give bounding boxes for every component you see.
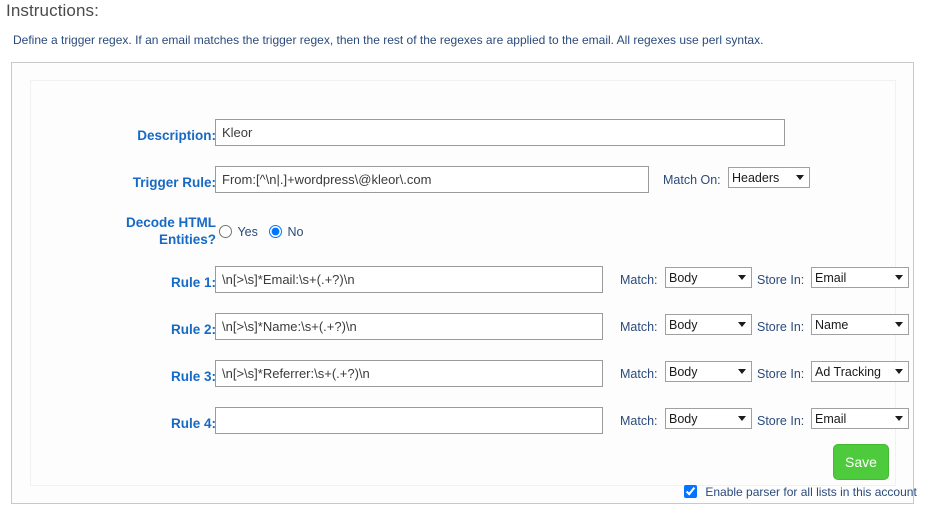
rule-1-store-in-select-wrapper[interactable]: Email — [811, 267, 909, 288]
rule-2-match-select-wrapper[interactable]: Body — [665, 314, 752, 335]
match-on-select[interactable]: Headers — [728, 167, 810, 188]
description-input[interactable] — [215, 119, 785, 146]
decode-no-label: No — [287, 224, 304, 239]
rule-4-store-in-select-wrapper[interactable]: Email — [811, 408, 909, 429]
rule-2-match-label: Match: — [620, 320, 658, 334]
rule-1-match-label: Match: — [620, 273, 658, 287]
rule-4-store-in-select[interactable]: Email — [811, 408, 909, 429]
enable-parser-label: Enable parser for all lists in this acco… — [705, 484, 917, 499]
match-on-select-wrapper[interactable]: Headers — [728, 167, 810, 188]
rule-2-label: Rule 2: — [170, 322, 216, 337]
rule-2-store-in-select-wrapper[interactable]: Name — [811, 314, 909, 335]
rule-3-store-in-select[interactable]: Ad Tracking — [811, 361, 909, 382]
decode-yes-radio[interactable] — [219, 225, 232, 239]
decode-html-entities-yes[interactable]: Yes — [219, 224, 258, 239]
instructions-description: Define a trigger regex. If an email matc… — [13, 33, 764, 47]
parser-form-panel: Description: Trigger Rule: Match On: Hea… — [11, 62, 914, 504]
rule-1-match-select-wrapper[interactable]: Body — [665, 267, 752, 288]
rule-3-match-select-wrapper[interactable]: Body — [665, 361, 752, 382]
rule-3-match-select[interactable]: Body — [665, 361, 752, 382]
rule-1-input[interactable] — [215, 266, 603, 293]
enable-parser-checkbox-row[interactable]: Enable parser for all lists in this acco… — [684, 484, 917, 499]
decode-html-entities-label: Decode HTML Entities? — [91, 214, 216, 248]
rule-4-label: Rule 4: — [170, 416, 216, 431]
rule-1-match-select[interactable]: Body — [665, 267, 752, 288]
rule-4-store-in-label: Store In: — [757, 414, 805, 428]
parser-form-inner-panel: Description: Trigger Rule: Match On: Hea… — [30, 80, 909, 486]
rule-1-store-in-label: Store In: — [757, 273, 805, 287]
trigger-rule-label: Trigger Rule: — [132, 175, 216, 190]
rule-1-label: Rule 1: — [170, 275, 216, 290]
rule-3-store-in-label: Store In: — [757, 367, 805, 381]
decode-no-radio[interactable] — [269, 225, 282, 239]
rule-2-store-in-label: Store In: — [757, 320, 805, 334]
rule-2-store-in-select[interactable]: Name — [811, 314, 909, 335]
rule-3-label: Rule 3: — [170, 369, 216, 384]
rule-3-match-label: Match: — [620, 367, 658, 381]
trigger-rule-input[interactable] — [215, 166, 649, 193]
rule-4-match-select[interactable]: Body — [665, 408, 752, 429]
rule-3-input[interactable] — [215, 360, 603, 387]
rule-2-match-select[interactable]: Body — [665, 314, 752, 335]
rule-3-store-in-select-wrapper[interactable]: Ad Tracking — [811, 361, 909, 382]
rule-1-store-in-select[interactable]: Email — [811, 267, 909, 288]
rule-4-match-select-wrapper[interactable]: Body — [665, 408, 752, 429]
decode-label-line2: Entities? — [158, 232, 216, 247]
decode-yes-label: Yes — [237, 224, 258, 239]
rule-4-match-label: Match: — [620, 414, 658, 428]
rule-4-input[interactable] — [215, 407, 603, 434]
instructions-heading: Instructions: — [6, 1, 99, 20]
enable-parser-checkbox[interactable] — [684, 485, 697, 499]
decode-html-entities-no[interactable]: No — [269, 224, 303, 239]
decode-label-line1: Decode HTML — [125, 215, 216, 230]
save-button[interactable]: Save — [833, 444, 889, 480]
rule-2-input[interactable] — [215, 313, 603, 340]
description-label: Description: — [137, 128, 216, 143]
match-on-label: Match On: — [663, 173, 721, 187]
